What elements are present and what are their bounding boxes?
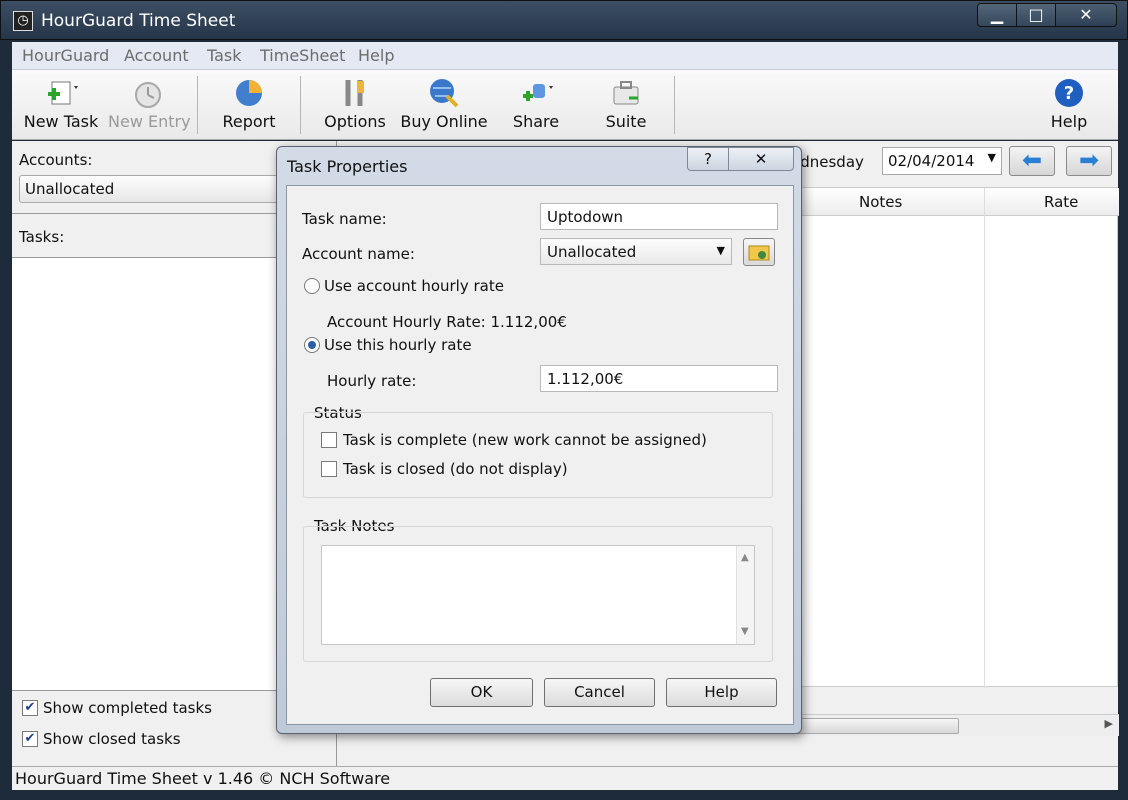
pie-chart-icon [236, 80, 262, 106]
briefcase-icon [613, 81, 639, 105]
report-button[interactable]: Report [214, 76, 284, 138]
arrow-right-icon: ➡ [1078, 146, 1100, 174]
cancel-button[interactable]: Cancel [544, 678, 655, 707]
column-rate[interactable]: Rate [1044, 193, 1078, 211]
account-name-value: Unallocated [547, 243, 637, 261]
toolbar-separator [674, 76, 675, 134]
share-thumbs-up-icon [523, 84, 553, 101]
new-task-button[interactable]: New Task [20, 76, 102, 138]
account-name-label: Account name: [302, 245, 415, 263]
share-button[interactable]: Share [504, 76, 568, 138]
task-name-label: Task name: [302, 210, 387, 228]
show-completed-label: Show completed tasks [43, 699, 212, 717]
previous-day-button[interactable]: ⬅ [1009, 146, 1055, 176]
show-closed-label: Show closed tasks [43, 730, 181, 748]
account-hourly-rate-text: Account Hourly Rate: 1.112,00€ [327, 313, 567, 331]
use-account-rate-label: Use account hourly rate [324, 277, 504, 295]
task-closed-checkbox[interactable] [321, 461, 337, 477]
column-notes[interactable]: Notes [859, 193, 902, 211]
folder-users-icon [748, 245, 770, 261]
help-icon: ? [1055, 79, 1083, 107]
task-complete-label: Task is complete (new work cannot be ass… [343, 431, 707, 449]
account-name-dropdown[interactable]: Unallocated ▼ [540, 238, 732, 265]
accounts-label: Accounts: [19, 151, 93, 169]
toolbar: New Task New Entry Report Options Buy On… [12, 70, 1118, 140]
date-value: 02/04/2014 [888, 152, 975, 170]
date-picker[interactable]: 02/04/2014 ▼ [882, 147, 1002, 175]
menu-task[interactable]: Task [207, 46, 242, 65]
title-bar: ◷ HourGuard Time Sheet ▁ □ ✕ [0, 0, 1128, 40]
task-name-input[interactable]: Uptodown [540, 203, 778, 230]
svg-text:?: ? [1064, 83, 1074, 104]
toolbar-separator [300, 76, 301, 134]
use-this-rate-label: Use this hourly rate [324, 336, 472, 354]
new-task-icon [48, 81, 78, 105]
wrench-icon [345, 80, 364, 106]
menu-account[interactable]: Account [124, 46, 189, 65]
arrow-left-icon: ⬅ [1021, 146, 1043, 174]
suite-button[interactable]: Suite [598, 76, 654, 138]
minimize-button[interactable]: ▁ [977, 3, 1017, 27]
scroll-down-icon[interactable]: ▼ [741, 626, 749, 637]
task-complete-checkbox[interactable] [321, 432, 337, 448]
column-divider [984, 188, 985, 688]
menu-help[interactable]: Help [358, 46, 394, 65]
dialog-body: Task name: Uptodown Account name: Unallo… [286, 185, 794, 725]
notes-scrollbar[interactable]: ▲ ▼ [736, 546, 754, 644]
close-window-button[interactable]: ✕ [1055, 3, 1117, 27]
toolbar-separator [197, 76, 198, 134]
menu-hourguard[interactable]: HourGuard [22, 46, 109, 65]
dialog-help-button[interactable]: ? [687, 147, 729, 171]
maximize-button[interactable]: □ [1016, 3, 1056, 27]
menu-bar: HourGuard Account Task TimeSheet Help [12, 42, 1118, 70]
dialog-close-button[interactable]: ✕ [728, 147, 794, 171]
checkbox-checked[interactable]: ✔ [22, 700, 38, 716]
stopwatch-icon [135, 82, 161, 108]
use-account-rate-radio[interactable] [304, 278, 320, 294]
next-day-button[interactable]: ➡ [1066, 146, 1112, 176]
clock-icon: ◷ [13, 11, 33, 31]
hourly-rate-input[interactable]: 1.112,00€ [540, 365, 778, 392]
chevron-down-icon[interactable]: ▼ [988, 151, 996, 164]
use-this-rate-radio[interactable] [304, 337, 320, 353]
show-completed-checkbox[interactable]: ✔ Show completed tasks [22, 699, 212, 717]
task-notes-textarea[interactable]: ▲ ▼ [321, 545, 755, 645]
checkbox-checked[interactable]: ✔ [22, 731, 38, 747]
dialog-help-text-button[interactable]: Help [666, 678, 777, 707]
ok-button[interactable]: OK [430, 678, 533, 707]
show-closed-checkbox[interactable]: ✔ Show closed tasks [22, 730, 181, 748]
buy-online-button[interactable]: Buy Online [400, 76, 488, 138]
new-entry-button[interactable]: New Entry [108, 76, 191, 138]
status-bar: HourGuard Time Sheet v 1.46 © NCH Softwa… [12, 766, 1118, 790]
scrollbar-thumb[interactable] [789, 718, 959, 734]
options-button[interactable]: Options [317, 76, 393, 138]
scroll-up-icon[interactable]: ▲ [741, 552, 749, 563]
globe-key-icon [430, 79, 459, 108]
chevron-down-icon[interactable]: ▼ [717, 244, 725, 257]
task-notes-group: ▲ ▼ [303, 526, 773, 662]
menu-timesheet[interactable]: TimeSheet [260, 46, 345, 65]
window-title: HourGuard Time Sheet [41, 11, 236, 31]
task-closed-label: Task is closed (do not display) [343, 460, 568, 478]
scroll-right-icon[interactable]: ▶ [1105, 717, 1113, 730]
dialog-title: Task Properties [287, 157, 408, 176]
edit-account-button[interactable] [743, 238, 775, 266]
task-properties-dialog: Task Properties ? ✕ Task name: Uptodown … [276, 146, 802, 734]
help-button[interactable]: ? Help [1044, 76, 1094, 138]
hourly-rate-label: Hourly rate: [327, 372, 417, 390]
status-group: Task is complete (new work cannot be ass… [303, 412, 773, 498]
